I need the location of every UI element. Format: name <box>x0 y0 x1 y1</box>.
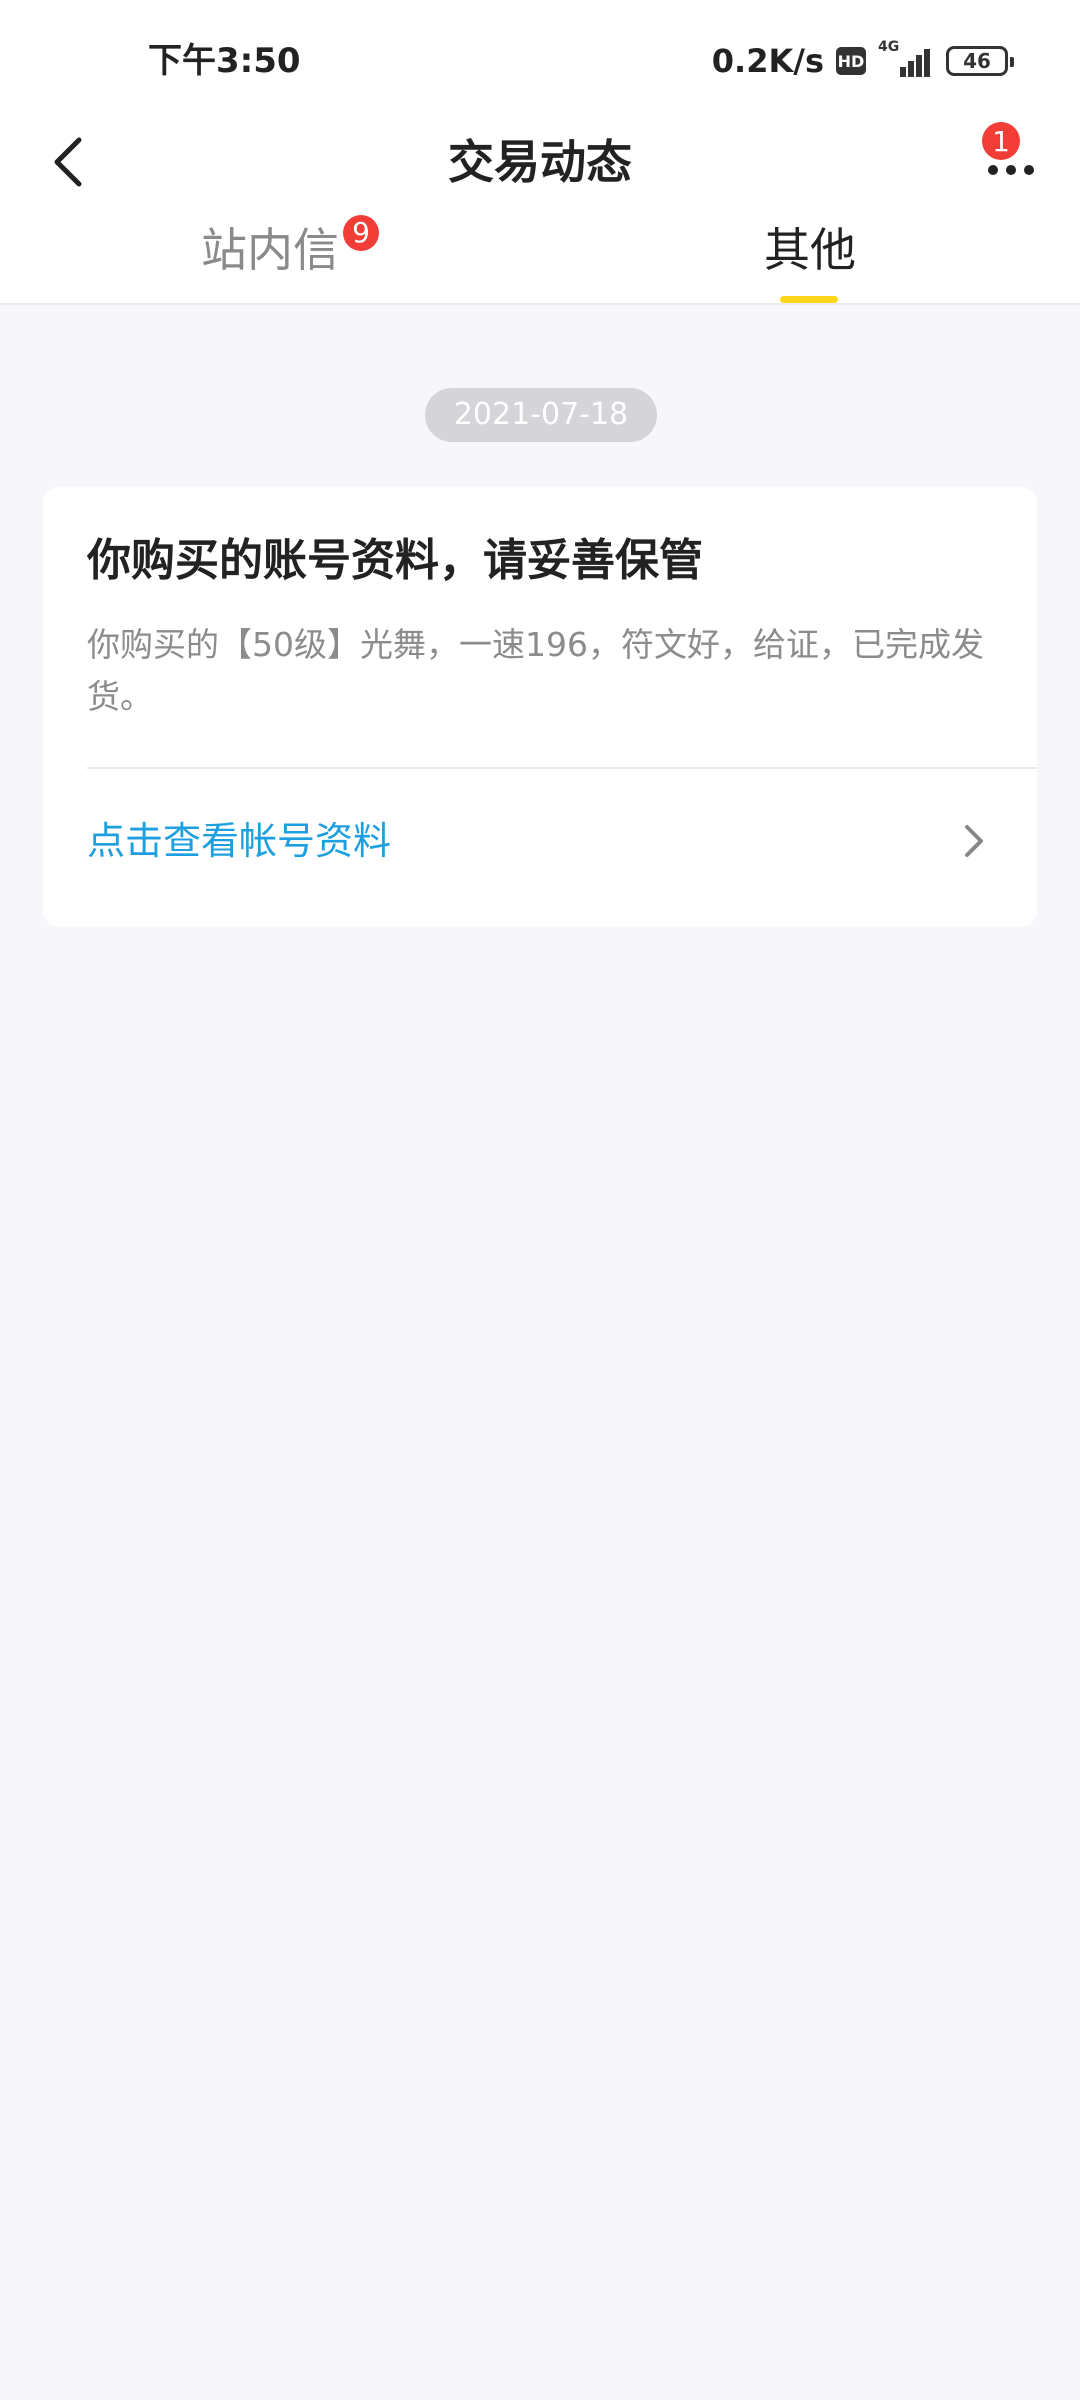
tab-other[interactable]: 其他 <box>540 215 1080 303</box>
tab-inbox[interactable]: 站内信 9 <box>0 215 540 303</box>
notification-badge: 1 <box>982 122 1020 160</box>
hd-icon: HD <box>836 47 866 75</box>
unread-count-badge: 9 <box>343 215 379 251</box>
tab-inbox-label: 站内信 <box>201 223 339 277</box>
more-dots-icon <box>988 165 998 175</box>
status-bar: 下午3:50 0.2K/s HD 4G 46 <box>0 0 1080 110</box>
message-title: 你购买的账号资料，请妥善保管 <box>87 535 703 586</box>
message-description: 你购买的【50级】光舞，一速196，符文好，给证，已完成发货。 <box>87 625 984 716</box>
status-time: 下午3:50 <box>148 41 301 81</box>
view-account-link-label: 点击查看帐号资料 <box>87 819 392 863</box>
battery-level: 46 <box>963 49 991 73</box>
active-tab-indicator <box>780 296 838 303</box>
view-account-link[interactable]: 点击查看帐号资料 <box>43 769 1037 927</box>
signal-icon: 4G <box>878 39 934 79</box>
tab-bar: 站内信 9 其他 <box>0 215 1080 305</box>
chevron-right-icon <box>965 825 983 857</box>
page-title: 交易动态 <box>448 135 632 189</box>
network-speed: 0.2K/s <box>711 42 824 80</box>
date-separator: 2021-07-18 <box>425 388 657 442</box>
status-indicators: 0.2K/s HD 4G 46 <box>711 39 1014 82</box>
network-type-label: 4G <box>878 39 900 55</box>
message-card: 你购买的账号资料，请妥善保管 你购买的【50级】光舞，一速196，符文好，给证，… <box>43 487 1037 927</box>
app-header: 交易动态 1 站内信 9 其他 <box>0 110 1080 305</box>
battery-icon: 46 <box>946 46 1014 76</box>
more-button[interactable]: 1 <box>976 122 1046 200</box>
tab-other-label: 其他 <box>764 223 856 277</box>
